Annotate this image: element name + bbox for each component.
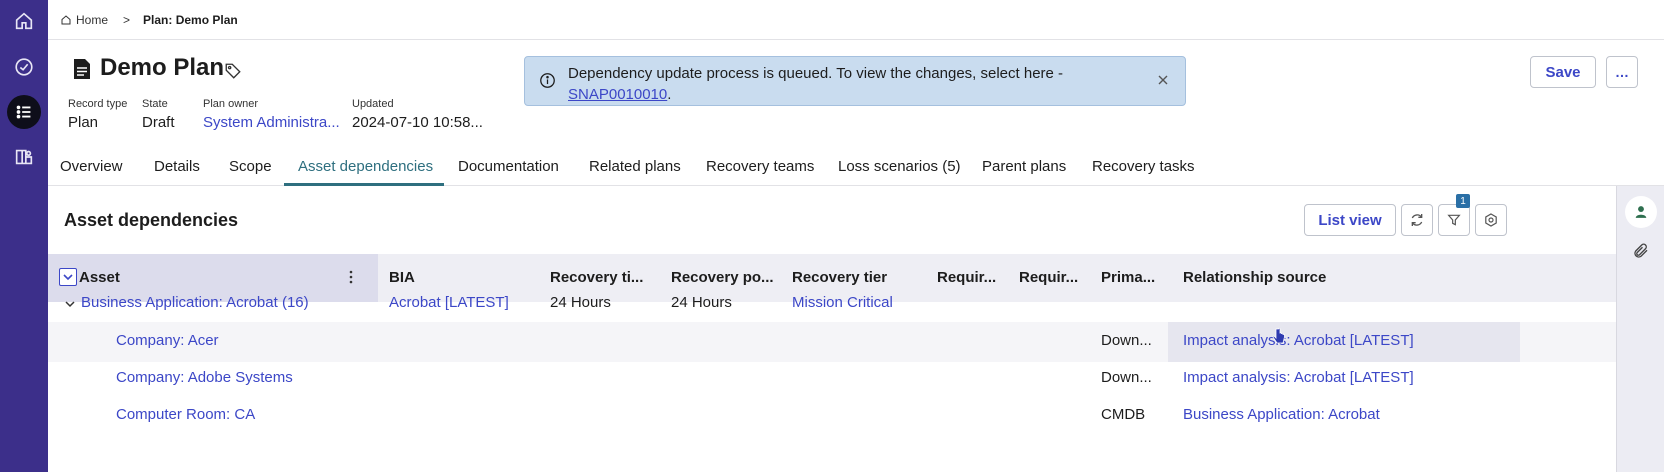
table-row[interactable]: Company: Acer Down... Impact analysis: A… bbox=[48, 322, 1616, 362]
row-primary: Down... bbox=[1101, 332, 1152, 349]
map-icon[interactable] bbox=[7, 140, 41, 174]
chevron-down-icon[interactable] bbox=[64, 298, 76, 310]
tab-documentation[interactable]: Documentation bbox=[458, 158, 559, 175]
field-label: Plan owner bbox=[203, 98, 259, 110]
tab-asset-dependencies[interactable]: Asset dependencies bbox=[298, 158, 433, 175]
row-source-link[interactable]: Business Application: Acrobat bbox=[1183, 406, 1380, 423]
notification-banner: Dependency update process is queued. To … bbox=[524, 56, 1186, 106]
settings-icon[interactable] bbox=[1475, 204, 1507, 236]
chevron-down-icon bbox=[63, 274, 73, 281]
field-value: 2024-07-10 10:58... bbox=[352, 114, 483, 131]
breadcrumb-home[interactable]: Home bbox=[60, 13, 108, 27]
row-source-link[interactable]: Impact analysis: Acrobat [LATEST] bbox=[1183, 332, 1414, 349]
tab-parent-plans[interactable]: Parent plans bbox=[982, 158, 1066, 175]
row-primary: CMDB bbox=[1101, 406, 1146, 423]
field-label: Record type bbox=[68, 98, 128, 110]
filter-count-badge: 1 bbox=[1456, 194, 1470, 208]
document-icon bbox=[74, 59, 90, 79]
home-small-icon bbox=[61, 14, 71, 24]
field-record-type: Record type Plan bbox=[68, 98, 127, 131]
breadcrumb: Home > Plan: Demo Plan bbox=[48, 0, 1664, 40]
notification-link[interactable]: SNAP0010010 bbox=[568, 86, 667, 103]
tab-loss-scenarios[interactable]: Loss scenarios (5) bbox=[838, 158, 961, 175]
row-asset-link[interactable]: Computer Room: CA bbox=[116, 406, 255, 423]
plan-owner-link[interactable]: System Administra... bbox=[203, 114, 340, 131]
group-asset-link[interactable]: Business Application: Acrobat (16) bbox=[81, 294, 309, 311]
info-icon bbox=[540, 73, 555, 88]
group-tier-link[interactable]: Mission Critical bbox=[792, 294, 893, 311]
notification-message: Dependency update process is queued. To … bbox=[568, 63, 1128, 105]
tab-bar: Overview Details Scope Asset dependencie… bbox=[48, 148, 1664, 186]
field-value: Plan bbox=[68, 114, 99, 131]
refresh-icon[interactable] bbox=[1401, 204, 1433, 236]
field-value: Draft bbox=[142, 114, 175, 131]
table-row[interactable]: Company: Adobe Systems Down... Impact an… bbox=[48, 359, 1616, 399]
breadcrumb-current: Plan: Demo Plan bbox=[143, 12, 238, 27]
notification-text: Dependency update process is queued. To … bbox=[568, 65, 1064, 82]
field-label: State bbox=[142, 98, 168, 110]
panel-title: Asset dependencies bbox=[64, 210, 239, 230]
close-icon[interactable] bbox=[1155, 72, 1171, 88]
home-icon[interactable] bbox=[7, 4, 41, 38]
row-asset-link[interactable]: Company: Acer bbox=[116, 332, 219, 349]
tab-details[interactable]: Details bbox=[154, 158, 200, 175]
app-window: Home > Plan: Demo Plan Demo Plan Record … bbox=[0, 0, 1664, 472]
field-plan-owner: Plan owner System Administra... bbox=[203, 98, 340, 131]
group-rpo: 24 Hours bbox=[671, 294, 732, 311]
list-icon[interactable] bbox=[7, 95, 41, 129]
group-rto: 24 Hours bbox=[550, 294, 611, 311]
save-button[interactable]: Save bbox=[1530, 56, 1596, 88]
field-state: State Draft bbox=[142, 98, 175, 131]
field-updated: Updated 2024-07-10 10:58... bbox=[352, 98, 483, 131]
group-bia-link[interactable]: Acrobat [LATEST] bbox=[389, 294, 509, 311]
list-view-button[interactable]: List view bbox=[1304, 204, 1396, 236]
tag-icon[interactable] bbox=[224, 62, 242, 80]
row-source-link[interactable]: Impact analysis: Acrobat [LATEST] bbox=[1183, 369, 1414, 386]
tab-related-plans[interactable]: Related plans bbox=[589, 158, 681, 175]
row-primary: Down... bbox=[1101, 369, 1152, 386]
check-circle-icon[interactable] bbox=[7, 50, 41, 84]
tab-scope[interactable]: Scope bbox=[229, 158, 272, 175]
table-row[interactable]: Computer Room: CA CMDB Business Applicat… bbox=[48, 396, 1616, 436]
more-actions-button[interactable]: … bbox=[1606, 56, 1638, 88]
paperclip-icon[interactable] bbox=[1632, 242, 1650, 260]
notification-suffix: . bbox=[667, 86, 672, 103]
filter-icon[interactable] bbox=[1438, 204, 1470, 236]
field-label: Updated bbox=[352, 98, 394, 110]
page-title: Demo Plan bbox=[100, 54, 225, 81]
row-asset-link[interactable]: Company: Adobe Systems bbox=[116, 369, 293, 386]
right-side-rail bbox=[1616, 186, 1664, 472]
user-icon[interactable] bbox=[1625, 196, 1657, 228]
breadcrumb-separator: > bbox=[123, 12, 131, 27]
tab-overview[interactable]: Overview bbox=[60, 158, 123, 175]
table-group-row[interactable]: Business Application: Acrobat (16) Acrob… bbox=[48, 284, 1616, 324]
left-nav-rail bbox=[0, 0, 48, 472]
tab-recovery-tasks[interactable]: Recovery tasks bbox=[1092, 158, 1195, 175]
breadcrumb-home-label: Home bbox=[76, 12, 109, 27]
hand-cursor-icon bbox=[1272, 328, 1285, 344]
tab-recovery-teams[interactable]: Recovery teams bbox=[706, 158, 814, 175]
